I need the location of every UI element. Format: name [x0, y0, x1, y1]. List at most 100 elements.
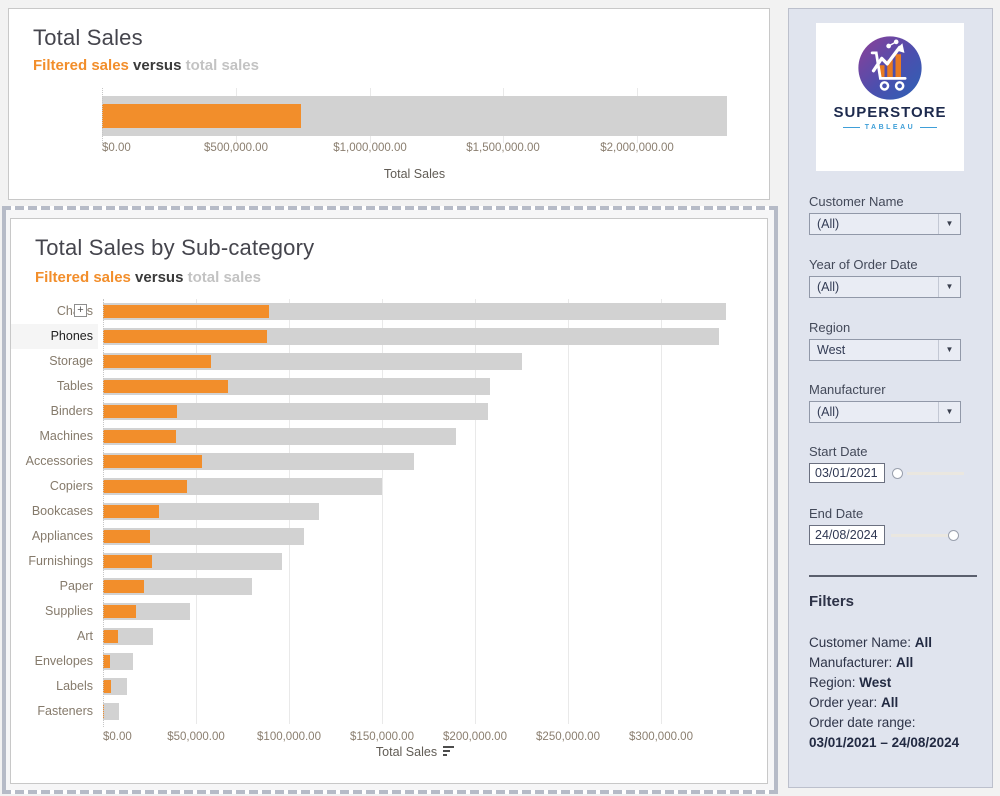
subcategory-bars: ChairsPhonesStorageTablesBindersMachines…	[11, 299, 769, 724]
dropdown-value: (All)	[817, 405, 840, 419]
category-label-supplies[interactable]: Supplies	[11, 599, 98, 624]
bar-filtered-envelopes[interactable]	[103, 655, 110, 668]
dropdown-customer-name[interactable]: (All) ▼	[809, 213, 961, 235]
category-label-copiers[interactable]: Copiers	[11, 474, 98, 499]
start-date-slider-track[interactable]	[907, 472, 964, 475]
sort-descending-icon[interactable]	[443, 746, 455, 757]
chart-subtitle: Filtered sales versus total sales	[33, 57, 259, 74]
total-sales-panel: Total Sales Filtered sales versus total …	[8, 8, 770, 200]
bar-filtered-paper[interactable]	[103, 580, 144, 593]
x-tick-label: $300,000.00	[629, 731, 693, 743]
subcategory-row: Copiers	[11, 474, 769, 499]
category-label-appliances[interactable]: Appliances	[11, 524, 98, 549]
bar-area	[103, 324, 728, 349]
category-label-labels[interactable]: Labels	[11, 674, 98, 699]
subcategory-row: Envelopes	[11, 649, 769, 674]
x-axis-title-label: Total Sales	[375, 745, 438, 759]
category-label-furnishings[interactable]: Furnishings	[11, 549, 98, 574]
bar-total-fasteners[interactable]	[103, 703, 119, 720]
bar-filtered-art[interactable]	[103, 630, 118, 643]
subcategory-row: Appliances	[11, 524, 769, 549]
dropdown-order-year[interactable]: (All) ▼	[809, 276, 961, 298]
bar-filtered-furnishings[interactable]	[103, 555, 152, 568]
bar-filtered-sales[interactable]	[102, 104, 301, 128]
dropdown-manufacturer[interactable]: (All) ▼	[809, 401, 961, 423]
subcategory-row: Furnishings	[11, 549, 769, 574]
bar-filtered-appliances[interactable]	[103, 530, 150, 543]
bar-area	[103, 299, 728, 324]
subcategory-row: Tables	[11, 374, 769, 399]
category-label-storage[interactable]: Storage	[11, 349, 98, 374]
bar-filtered-bookcases[interactable]	[103, 505, 159, 518]
filter-label-region: Region	[809, 320, 851, 335]
subcategory-row: Phones	[11, 324, 769, 349]
category-label-machines[interactable]: Machines	[11, 424, 98, 449]
category-label-bookcases[interactable]: Bookcases	[11, 499, 98, 524]
bar-filtered-binders[interactable]	[103, 405, 177, 418]
bar-filtered-supplies[interactable]	[103, 605, 136, 618]
start-date-input[interactable]: 03/01/2021	[809, 463, 885, 483]
end-date-input[interactable]: 24/08/2024	[809, 525, 885, 545]
chevron-down-icon[interactable]: ▼	[938, 402, 960, 422]
x-tick-label: $100,000.00	[257, 731, 321, 743]
dashboard: Total Sales Filtered sales versus total …	[0, 0, 1000, 796]
category-label-fasteners[interactable]: Fasteners	[11, 699, 98, 724]
bar-area	[103, 374, 728, 399]
end-date-slider-handle[interactable]	[948, 530, 959, 541]
x-tick-label: $1,000,000.00	[333, 142, 407, 154]
category-label-phones[interactable]: Phones	[11, 324, 98, 349]
subcategory-row: Fasteners	[11, 699, 769, 724]
category-label-paper[interactable]: Paper	[11, 574, 98, 599]
category-label-tables[interactable]: Tables	[11, 374, 98, 399]
chevron-down-icon[interactable]: ▼	[938, 277, 960, 297]
x-tick-label: $0.00	[102, 142, 131, 154]
subcategory-row: Art	[11, 624, 769, 649]
start-date-slider-handle[interactable]	[892, 468, 903, 479]
summary-line: 03/01/2021 – 24/08/2024	[809, 735, 960, 750]
bar-filtered-phones[interactable]	[103, 330, 267, 343]
category-label-art[interactable]: Art	[11, 624, 98, 649]
bar-area	[103, 574, 728, 599]
category-label-binders[interactable]: Binders	[11, 399, 98, 424]
chart-title: Total Sales	[33, 25, 143, 50]
subcategory-row: Binders	[11, 399, 769, 424]
chart-title: Total Sales by Sub-category	[35, 235, 315, 260]
chevron-down-icon[interactable]: ▼	[938, 214, 960, 234]
bar-filtered-storage[interactable]	[103, 355, 211, 368]
zone-drag-handle-bottom[interactable]	[2, 790, 778, 794]
x-tick-label: $50,000.00	[167, 731, 225, 743]
category-label-envelopes[interactable]: Envelopes	[11, 649, 98, 674]
subcategory-row: Storage	[11, 349, 769, 374]
decorative-line	[842, 127, 860, 128]
bar-filtered-copiers[interactable]	[103, 480, 187, 493]
bar-filtered-machines[interactable]	[103, 430, 176, 443]
brand-name: SUPERSTORE	[833, 104, 947, 121]
drill-down-plus-icon[interactable]	[74, 304, 87, 317]
bar-filtered-chairs[interactable]	[103, 305, 269, 318]
filter-label-manufacturer: Manufacturer	[809, 382, 886, 397]
bar-area	[103, 349, 728, 374]
dropdown-region[interactable]: West ▼	[809, 339, 961, 361]
logo-cart-icon	[858, 36, 922, 100]
chart-subtitle: Filtered sales versus total sales	[35, 269, 261, 286]
filters-summary-heading: Filters	[809, 593, 855, 610]
x-tick-label: $250,000.00	[536, 731, 600, 743]
bar-area	[103, 674, 728, 699]
bar-filtered-labels[interactable]	[103, 680, 111, 693]
bar-filtered-tables[interactable]	[103, 380, 228, 393]
x-tick-label: $150,000.00	[350, 731, 414, 743]
total-sales-plot	[102, 88, 727, 143]
x-axis-title: Total Sales	[103, 745, 728, 759]
category-label-accessories[interactable]: Accessories	[11, 449, 98, 474]
bar-area	[103, 624, 728, 649]
decorative-line	[920, 127, 938, 128]
brand-subtitle: TABLEAU	[842, 124, 938, 131]
end-date-slider-track[interactable]	[891, 534, 949, 537]
chevron-down-icon[interactable]: ▼	[938, 340, 960, 360]
bar-area	[103, 449, 728, 474]
start-date-label: Start Date	[809, 444, 868, 459]
subcategory-row: Labels	[11, 674, 769, 699]
zone-drag-handle[interactable]	[2, 206, 778, 210]
bar-filtered-accessories[interactable]	[103, 455, 202, 468]
subcategory-row: Machines	[11, 424, 769, 449]
